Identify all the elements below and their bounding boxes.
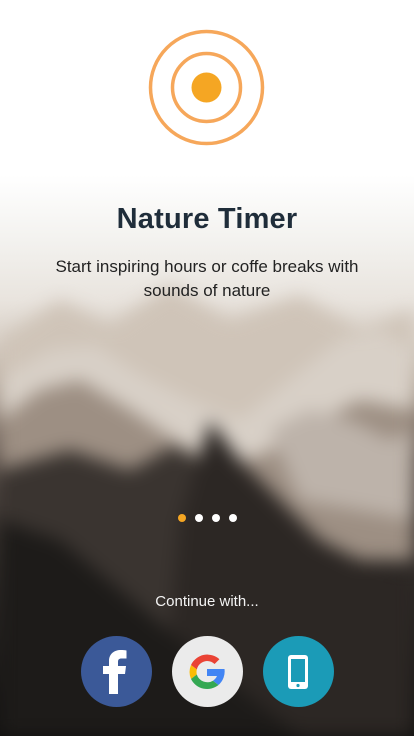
page-dot-1[interactable] [177,514,186,522]
target-logo-icon [148,29,265,146]
page-dot-3[interactable] [211,514,220,522]
onboarding-screen: Nature Timer Start inspiring hours or co… [0,0,414,736]
google-icon [189,654,225,689]
facebook-icon [103,649,127,694]
sign-in-options [0,636,414,708]
phone-login-button[interactable] [262,636,334,707]
continue-with-label: Continue with... [155,593,259,610]
page-dot-4[interactable] [228,514,237,522]
page-indicator [0,514,414,524]
app-title: Nature Timer [116,203,298,235]
google-login-button[interactable] [171,636,243,707]
app-subtitle: Start inspiring hours or coffe breaks wi… [55,257,359,300]
app-logo [148,29,265,146]
phone-icon [288,654,308,689]
facebook-login-button[interactable] [80,636,152,707]
page-dot-2[interactable] [194,514,203,522]
